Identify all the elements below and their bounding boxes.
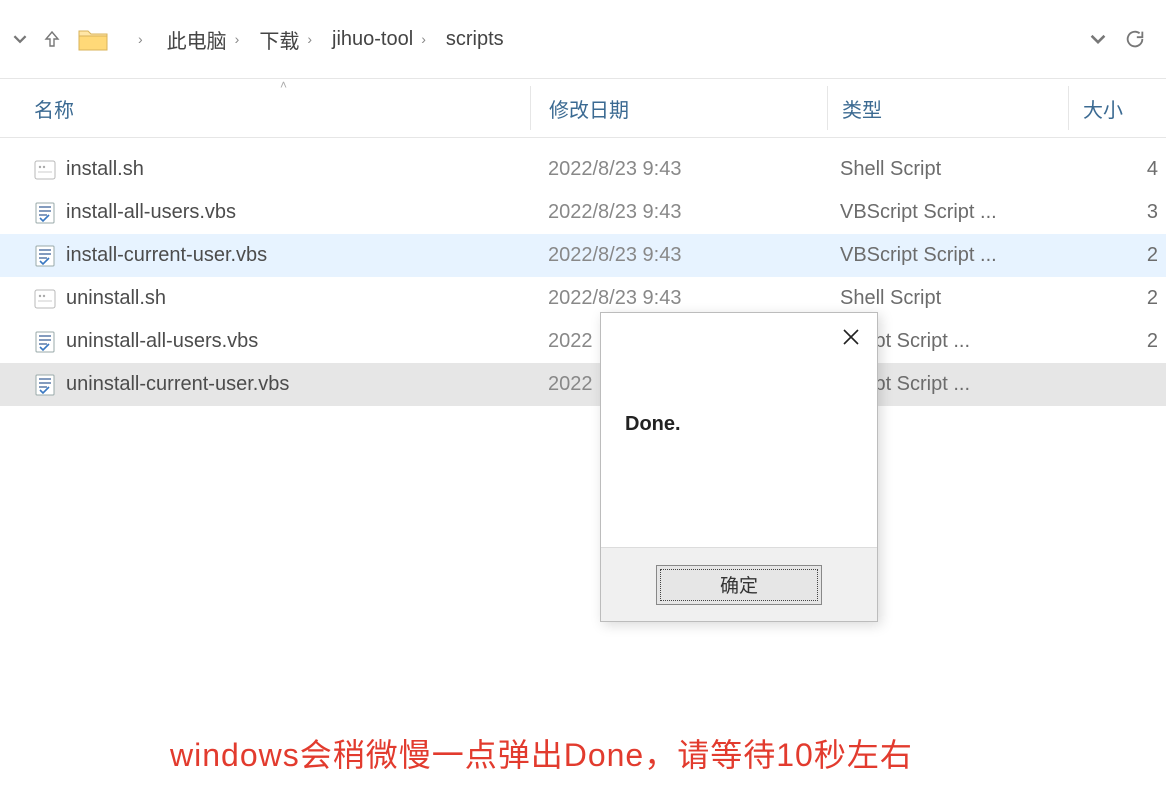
breadcrumb-label: scripts <box>446 28 504 51</box>
sort-indicator-icon: ˄ <box>280 78 287 92</box>
address-dropdown-icon[interactable] <box>1090 31 1106 47</box>
breadcrumb-item[interactable]: jihuo-tool› <box>326 28 440 51</box>
breadcrumb-item[interactable]: 此电脑› <box>161 25 254 54</box>
file-size: 3 <box>1066 201 1166 224</box>
breadcrumb-item[interactable]: 下载› <box>253 25 326 54</box>
file-row[interactable]: uninstall-all-users.vbs2022Script Script… <box>0 320 1166 363</box>
file-size: 2 <box>1066 330 1166 353</box>
file-name: install-current-user.vbs <box>66 244 267 267</box>
address-bar: › 此电脑› 下载› jihuo-tool› scripts <box>0 0 1166 78</box>
file-row[interactable]: install-all-users.vbs 2022/8/23 9:43VBScr… <box>0 191 1166 234</box>
file-icon <box>34 202 56 224</box>
column-headers: ˄ 名称 修改日期 类型 大小 <box>0 78 1166 138</box>
file-date: 2022/8/23 9:43 <box>530 158 826 181</box>
refresh-icon[interactable] <box>1124 28 1146 50</box>
column-header-type[interactable]: 类型 <box>828 94 1068 123</box>
file-name: uninstall-all-users.vbs <box>66 330 258 353</box>
up-button[interactable] <box>38 25 66 53</box>
file-row[interactable]: install-current-user.vbs 2022/8/23 9:43VB… <box>0 234 1166 277</box>
column-header-name[interactable]: 名称 <box>0 94 530 123</box>
breadcrumb-label: jihuo-tool <box>332 28 413 51</box>
breadcrumb-label: 此电脑 <box>167 25 227 54</box>
dialog-titlebar <box>601 313 877 361</box>
file-date: 2022/8/23 9:43 <box>530 244 826 267</box>
file-type: Shell Script <box>826 287 1066 310</box>
breadcrumb-sep[interactable]: › <box>124 31 157 47</box>
file-type: Shell Script <box>826 158 1066 181</box>
breadcrumb: 此电脑› 下载› jihuo-tool› scripts <box>161 15 1086 63</box>
file-icon <box>34 288 56 310</box>
file-name: install-all-users.vbs <box>66 201 236 224</box>
history-dropdown-icon[interactable] <box>6 25 34 53</box>
annotation-text: windows会稍微慢一点弹出Done，请等待10秒左右 <box>170 730 913 776</box>
file-icon <box>34 245 56 267</box>
breadcrumb-label: 下载 <box>259 25 299 54</box>
file-name: uninstall-current-user.vbs <box>66 373 289 396</box>
file-name: uninstall.sh <box>66 287 166 310</box>
file-size: 2 <box>1066 287 1166 310</box>
ok-button[interactable]: 确定 <box>656 565 822 605</box>
file-row[interactable]: uninstall.sh 2022/8/23 9:43Shell Script2 <box>0 277 1166 320</box>
file-row[interactable]: uninstall-current-user.vbs2022Script Scr… <box>0 363 1166 406</box>
file-size: 2 <box>1066 244 1166 267</box>
message-dialog: Done. 确定 <box>600 312 878 622</box>
file-name: install.sh <box>66 158 144 181</box>
file-icon <box>34 159 56 181</box>
file-type: VBScript Script ... <box>826 244 1066 267</box>
file-list: install.sh2022/8/23 9:43Shell Script4ins… <box>0 148 1166 406</box>
file-icon <box>34 331 56 353</box>
close-icon[interactable] <box>841 327 861 347</box>
column-header-size[interactable]: 大小 <box>1069 94 1166 123</box>
file-date: 2022/8/23 9:43 <box>530 287 826 310</box>
file-icon <box>34 374 56 396</box>
column-header-date[interactable]: 修改日期 <box>531 94 827 123</box>
file-type: VBScript Script ... <box>826 201 1066 224</box>
file-row[interactable]: install.sh 2022/8/23 9:43Shell Script4 <box>0 148 1166 191</box>
folder-icon <box>76 22 110 56</box>
dialog-message: Done. <box>601 361 877 547</box>
file-size: 4 <box>1066 158 1166 181</box>
breadcrumb-item[interactable]: scripts <box>440 28 510 51</box>
file-date: 2022/8/23 9:43 <box>530 201 826 224</box>
